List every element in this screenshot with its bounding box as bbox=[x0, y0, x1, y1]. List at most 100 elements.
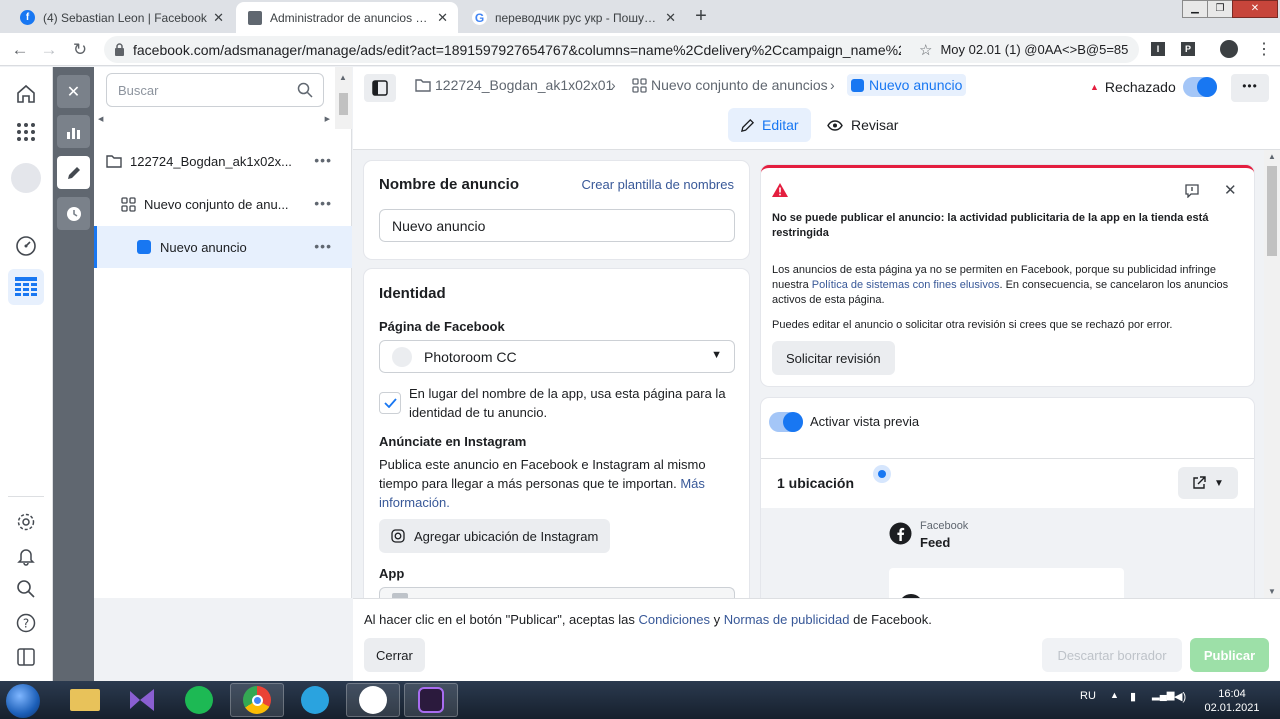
breadcrumb-campaign[interactable]: 122724_Bogdan_ak1x02x01 bbox=[415, 77, 613, 93]
browser-tab-google[interactable]: G переводчик рус укр - Пошук Google ✕ bbox=[460, 2, 686, 33]
add-instagram-placement-button[interactable]: Agregar ubicación de Instagram bbox=[379, 519, 611, 553]
help-icon[interactable]: ? bbox=[13, 610, 39, 636]
app-icon[interactable] bbox=[404, 683, 458, 717]
panel-toggle-icon[interactable] bbox=[13, 644, 39, 670]
discard-draft-button[interactable]: Descartar borrador bbox=[1042, 638, 1182, 672]
scrollbar-thumb[interactable] bbox=[1267, 166, 1277, 256]
profile-avatar-icon[interactable] bbox=[1220, 40, 1238, 58]
breadcrumb-ad[interactable]: Nuevo anuncio bbox=[847, 74, 967, 96]
close-icon[interactable]: ✕ bbox=[665, 10, 676, 26]
tree-search-input[interactable]: Buscar bbox=[106, 73, 324, 107]
spotify-icon[interactable] bbox=[172, 683, 226, 717]
address-bar[interactable]: facebook.com/adsmanager/manage/ads/edit?… bbox=[104, 36, 1139, 63]
browser-menu-icon[interactable]: ⋮ bbox=[1256, 39, 1272, 59]
edit-mode-button[interactable]: Editar bbox=[728, 108, 811, 142]
extension-icon[interactable]: P bbox=[1181, 42, 1195, 56]
chevron-right-icon: › bbox=[830, 77, 835, 93]
close-icon[interactable]: ✕ bbox=[213, 10, 224, 26]
ad-active-toggle[interactable] bbox=[1183, 77, 1217, 97]
close-button[interactable]: Cerrar bbox=[364, 638, 425, 672]
horizontal-scrollbar[interactable]: ◀ ▶ bbox=[98, 115, 330, 127]
history-button[interactable] bbox=[57, 197, 90, 230]
review-label: Revisar bbox=[851, 117, 899, 133]
bell-icon[interactable] bbox=[13, 543, 39, 569]
ads-manager-table-icon[interactable] bbox=[8, 269, 44, 305]
close-icon[interactable]: ✕ bbox=[437, 10, 448, 26]
browser-tab-facebook[interactable]: f (4) Sebastian Leon | Facebook ✕ bbox=[8, 2, 234, 33]
edit-review-switch: Editar Revisar bbox=[353, 108, 1280, 150]
ad-policies-link[interactable]: Normas de publicidad bbox=[724, 612, 850, 627]
back-arrow-icon[interactable]: ← bbox=[9, 39, 31, 61]
clock[interactable]: 16:04 02.01.2021 bbox=[1204, 687, 1260, 715]
use-page-identity-checkbox[interactable] bbox=[379, 392, 401, 414]
tree-item-campaign[interactable]: 122724_Bogdan_ak1x02x... ••• bbox=[94, 140, 352, 182]
star-icon[interactable]: ☆ bbox=[919, 41, 932, 59]
scroll-up-arrow-icon[interactable]: ▲ bbox=[339, 73, 347, 82]
tree-item-ad[interactable]: Nuevo anuncio ••• bbox=[94, 226, 352, 268]
conditions-link[interactable]: Condiciones bbox=[638, 612, 710, 627]
volume-icon[interactable]: ◀) bbox=[1174, 690, 1186, 703]
scrollbar-thumb[interactable] bbox=[339, 93, 348, 115]
placements-title: 1 ubicación bbox=[777, 475, 855, 491]
more-options-icon[interactable]: ••• bbox=[314, 195, 332, 211]
telegram-icon[interactable] bbox=[288, 683, 342, 717]
show-hidden-icons-arrow-icon[interactable]: ▲ bbox=[1110, 690, 1119, 700]
scroll-up-arrow-icon[interactable]: ▲ bbox=[1268, 152, 1276, 161]
request-review-button[interactable]: Solicitar revisión bbox=[772, 341, 895, 375]
app-label: App bbox=[379, 566, 405, 581]
close-icon[interactable]: ✕ bbox=[1224, 181, 1237, 199]
publish-button[interactable]: Publicar bbox=[1190, 638, 1269, 672]
visual-studio-icon[interactable] bbox=[115, 683, 169, 717]
create-name-template-link[interactable]: Crear plantilla de nombres bbox=[582, 177, 734, 192]
facebook-page-select[interactable]: Photoroom CC ▼ bbox=[379, 340, 735, 373]
new-tab-button[interactable]: + bbox=[688, 5, 714, 29]
more-options-icon[interactable]: ••• bbox=[314, 238, 332, 254]
home-icon[interactable] bbox=[13, 81, 39, 107]
external-link-icon bbox=[1193, 476, 1206, 489]
signal-bars-icon[interactable]: ▂▄▆ bbox=[1152, 690, 1174, 701]
scroll-down-arrow-icon[interactable]: ▼ bbox=[1268, 587, 1276, 596]
preview-toggle[interactable] bbox=[769, 412, 803, 432]
ad-name-input[interactable]: Nuevo anuncio bbox=[379, 209, 735, 242]
chrome-icon[interactable] bbox=[230, 683, 284, 717]
toggle-tree-button[interactable] bbox=[364, 74, 396, 102]
search-placeholder: Buscar bbox=[118, 82, 159, 98]
scroll-right-arrow-icon[interactable]: ▶ bbox=[325, 115, 330, 123]
policy-link[interactable]: Política de sistemas con fines elusivos bbox=[812, 279, 1000, 291]
dashboard-gauge-icon[interactable] bbox=[13, 233, 39, 259]
tab-title: Administrador de anuncios - Administrado… bbox=[270, 10, 431, 25]
forward-arrow-icon[interactable]: → bbox=[38, 39, 60, 61]
tree-item-adset[interactable]: Nuevo conjunto de anu... ••• bbox=[94, 183, 352, 225]
reload-icon[interactable]: ↻ bbox=[69, 39, 91, 61]
more-options-icon[interactable]: ••• bbox=[314, 152, 332, 168]
edit-tool-button[interactable] bbox=[57, 156, 90, 189]
app-icon[interactable] bbox=[346, 683, 400, 717]
pencil-icon bbox=[740, 118, 755, 132]
language-indicator[interactable]: RU bbox=[1080, 690, 1096, 702]
network-icon[interactable]: ▮ bbox=[1130, 690, 1136, 703]
vertical-scrollbar[interactable]: ▲ bbox=[335, 67, 352, 129]
close-editor-button[interactable]: ✕ bbox=[57, 75, 90, 108]
apps-grid-icon[interactable] bbox=[13, 119, 39, 145]
search-icon[interactable] bbox=[13, 576, 39, 602]
account-avatar[interactable] bbox=[11, 163, 41, 193]
file-explorer-icon[interactable] bbox=[58, 683, 112, 717]
windows-start-button[interactable] bbox=[6, 684, 40, 718]
open-preview-menu-button[interactable]: ▼ bbox=[1178, 467, 1238, 499]
maximize-button[interactable]: ❐ bbox=[1207, 0, 1233, 18]
window-close-button[interactable]: ✕ bbox=[1232, 0, 1278, 18]
feedback-icon[interactable] bbox=[1185, 184, 1199, 198]
lock-icon bbox=[114, 43, 125, 56]
reporting-chart-button[interactable] bbox=[57, 115, 90, 148]
scroll-left-arrow-icon[interactable]: ◀ bbox=[98, 115, 103, 123]
main-vertical-scrollbar[interactable]: ▲ ▼ bbox=[1264, 150, 1280, 598]
gear-icon[interactable] bbox=[13, 509, 39, 535]
extension-icon[interactable]: I bbox=[1151, 42, 1165, 56]
ad-icon bbox=[137, 240, 151, 254]
tree-item-label: Nuevo anuncio bbox=[160, 239, 247, 255]
more-options-button[interactable]: ••• bbox=[1231, 74, 1269, 102]
minimize-button[interactable]: ▁ bbox=[1182, 0, 1208, 18]
review-mode-button[interactable]: Revisar bbox=[815, 108, 910, 142]
breadcrumb-adset[interactable]: Nuevo conjunto de anuncios bbox=[632, 77, 828, 93]
browser-tab-ads-manager[interactable]: Administrador de anuncios - Administrado… bbox=[236, 2, 458, 33]
